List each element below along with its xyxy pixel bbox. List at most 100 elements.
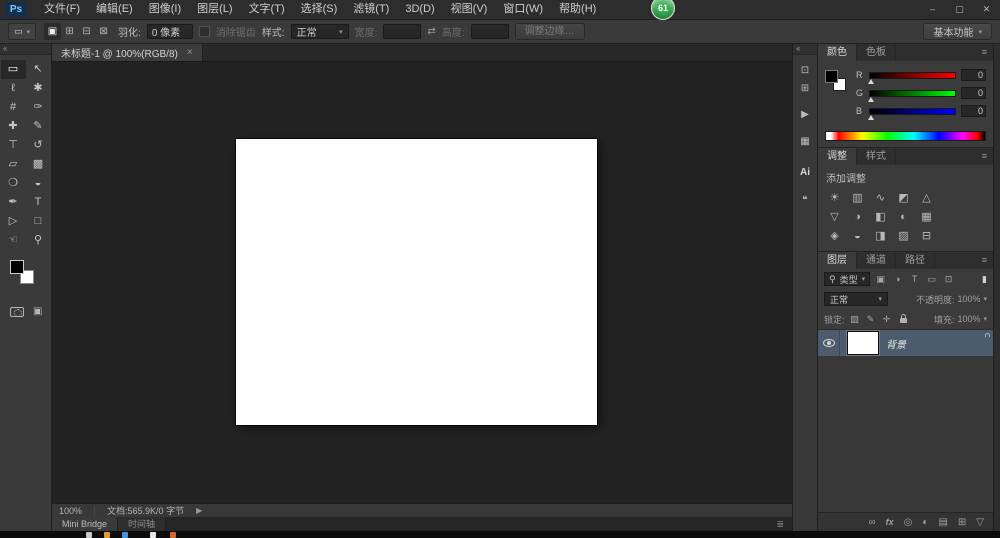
lock-image-pixels-icon[interactable]: ✎ (865, 314, 877, 325)
add-layer-mask-icon[interactable]: ◎ (904, 517, 913, 528)
close-document-icon[interactable]: × (187, 47, 193, 58)
menu-layer[interactable]: 图层(L) (189, 0, 240, 19)
document-tab[interactable]: 未标题-1 @ 100%(RGB/8) × (52, 44, 203, 61)
menu-window[interactable]: 窗口(W) (495, 0, 551, 19)
panel-menu-icon[interactable]: ≡ (982, 44, 993, 61)
photo-filter-icon[interactable]: ◐ (893, 208, 914, 226)
slider-handle[interactable] (868, 96, 874, 102)
menu-3d[interactable]: 3D(D) (397, 0, 442, 19)
dodge-tool[interactable]: ◒ (26, 174, 51, 193)
foreground-color-swatch[interactable] (10, 260, 24, 274)
tab-timeline[interactable]: 时间轴 (118, 517, 167, 531)
fill-control[interactable]: 填充: 100% ▾ (934, 313, 987, 326)
move-tool[interactable]: ↖ (26, 60, 51, 79)
filter-smart-objects-icon[interactable]: ⊡ (942, 274, 955, 285)
green-slider[interactable] (868, 89, 956, 102)
lock-position-icon[interactable]: ✛ (881, 314, 893, 325)
lock-all-icon[interactable] (899, 314, 907, 323)
filter-pixel-layers-icon[interactable]: ▣ (874, 274, 887, 285)
gradient-map-icon[interactable]: ⊟ (916, 227, 937, 245)
layer-name[interactable]: 背景 (886, 336, 906, 351)
height-input[interactable] (470, 24, 509, 39)
taskbar-app-icon[interactable] (86, 532, 92, 538)
subtract-selection-icon[interactable]: ⊟ (78, 23, 95, 40)
tab-styles[interactable]: 样式 (857, 148, 896, 165)
tool-preset-picker[interactable]: ▭ ▾ (8, 23, 37, 40)
expand-panels-icon[interactable]: « (793, 44, 817, 55)
crop-tool[interactable]: # (1, 98, 26, 117)
screen-mode-icon[interactable]: ▣ (33, 306, 42, 318)
filter-type-layers-icon[interactable]: T (908, 274, 921, 284)
swap-width-height-icon[interactable]: ⇄ (427, 26, 435, 37)
windows-taskbar[interactable] (0, 531, 1000, 538)
brush-tool[interactable]: ✎ (26, 117, 51, 136)
hue-saturation-icon[interactable]: ▽ (824, 208, 845, 226)
tab-mini-bridge[interactable]: Mini Bridge (52, 517, 119, 531)
panel-menu-icon[interactable]: ≡ (982, 148, 993, 165)
antialias-checkbox[interactable] (198, 26, 210, 37)
status-expand-icon[interactable]: ▶ (196, 506, 202, 515)
menu-file[interactable]: 文件(F) (36, 0, 88, 19)
eyedropper-tool[interactable]: ✑ (26, 98, 51, 117)
gradient-tool[interactable]: ▩ (26, 155, 51, 174)
layer-row-background[interactable]: 背景 (818, 330, 993, 356)
spot-healing-brush-tool[interactable]: ✚ (1, 117, 26, 136)
color-lookup-icon[interactable]: ◈ (824, 227, 845, 245)
delete-layer-icon[interactable]: ▽ (976, 517, 984, 528)
menu-select[interactable]: 选择(S) (293, 0, 346, 19)
tab-color[interactable]: 颜色 (818, 44, 857, 61)
slider-handle[interactable] (868, 78, 874, 84)
levels-icon[interactable]: ▥ (847, 189, 868, 207)
workspace-switcher[interactable]: 基本功能 ▾ (923, 23, 992, 40)
canvas[interactable] (236, 139, 597, 425)
menu-help[interactable]: 帮助(H) (551, 0, 604, 19)
taskbar-app-icon[interactable] (150, 532, 156, 538)
quick-mask-icon[interactable] (10, 307, 24, 317)
tab-adjustments[interactable]: 调整 (818, 148, 857, 165)
maximize-button[interactable]: ▢ (946, 0, 973, 19)
new-selection-icon[interactable]: ▣ (44, 23, 62, 40)
lock-transparent-pixels-icon[interactable]: ▨ (849, 314, 861, 325)
quick-selection-tool[interactable]: ✱ (26, 79, 51, 98)
tab-swatches[interactable]: 色板 (857, 44, 896, 61)
rectangular-marquee-tool[interactable]: ▭ (0, 60, 26, 79)
red-value-field[interactable] (961, 69, 986, 81)
history-panel-icon[interactable]: ⊡ (795, 62, 815, 79)
tab-paths[interactable]: 路径 (896, 252, 935, 269)
refine-edge-button[interactable]: 调整边缘… (514, 23, 585, 40)
histogram-panel-icon[interactable]: ▦ (795, 133, 815, 150)
close-button[interactable]: ✕ (973, 0, 1000, 19)
vibrance-icon[interactable]: △ (916, 189, 937, 207)
width-input[interactable] (383, 24, 422, 39)
menu-filter[interactable]: 滤镜(T) (345, 0, 397, 19)
tab-channels[interactable]: 通道 (857, 252, 896, 269)
channel-mixer-icon[interactable]: ▦ (916, 208, 937, 226)
blue-slider[interactable] (868, 107, 956, 120)
style-select[interactable]: 正常 ▾ (290, 24, 349, 39)
blend-mode-select[interactable]: 正常 ▾ (824, 292, 888, 306)
threshold-icon[interactable]: ▨ (893, 227, 914, 245)
taskbar-app-icon[interactable] (170, 532, 176, 538)
red-slider[interactable] (868, 71, 956, 84)
type-tool[interactable]: T (26, 193, 51, 212)
exposure-icon[interactable]: ◩ (893, 189, 914, 207)
new-layer-icon[interactable]: ⊞ (958, 517, 966, 528)
color-spectrum-bar[interactable] (825, 131, 986, 141)
blue-value-field[interactable] (961, 105, 986, 117)
foreground-color-swatch[interactable] (825, 70, 838, 83)
menu-type[interactable]: 文字(T) (241, 0, 293, 19)
green-value-field[interactable] (961, 87, 986, 99)
filter-toggle-icon[interactable]: ▮ (982, 274, 987, 285)
hand-tool[interactable]: ☜ (1, 231, 26, 250)
pasteboard[interactable] (52, 62, 792, 503)
pen-tool[interactable]: ✒ (1, 193, 26, 212)
eraser-tool[interactable]: ▱ (1, 155, 26, 174)
layer-filter-type-select[interactable]: ⚲ 类型 ▾ (824, 272, 871, 286)
menu-view[interactable]: 视图(V) (443, 0, 496, 19)
history-brush-tool[interactable]: ↺ (26, 136, 51, 155)
actions-panel-icon[interactable]: ▶ (795, 106, 815, 123)
invert-icon[interactable]: ◒ (847, 227, 868, 245)
minimize-button[interactable]: – (919, 0, 946, 19)
tab-layers[interactable]: 图层 (818, 252, 857, 269)
brightness-contrast-icon[interactable]: ☀ (824, 189, 845, 207)
